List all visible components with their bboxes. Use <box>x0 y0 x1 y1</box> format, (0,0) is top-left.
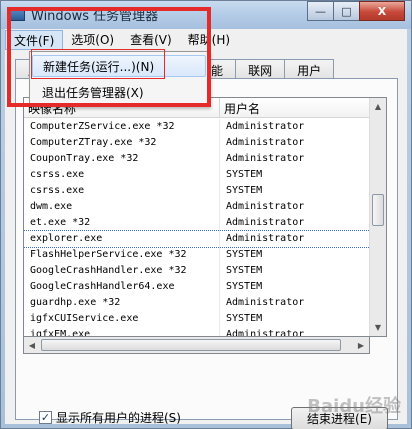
window-controls: — □ X <box>307 1 405 21</box>
horizontal-scrollbar[interactable]: ◀ ▶ <box>23 337 370 354</box>
watermark-text: Baidu经验 <box>307 396 401 417</box>
scroll-up-icon[interactable]: ▲ <box>370 98 386 115</box>
process-image-name: igfxCUIService.exe <box>24 311 220 327</box>
process-user-name: SYSTEM <box>226 265 263 276</box>
show-all-users-checkbox[interactable]: ✓ <box>39 411 52 424</box>
process-user-name: SYSTEM <box>226 185 263 196</box>
process-user-name: Administrator <box>226 153 305 164</box>
process-user-name: Administrator <box>226 217 305 228</box>
process-user-name: Administrator <box>226 137 305 148</box>
process-image-name: csrss.exe <box>24 183 220 199</box>
process-image-name: igfxEM.exe <box>24 327 220 336</box>
close-button[interactable]: X <box>359 1 405 21</box>
table-row[interactable]: dwm.exe Administrator <box>24 199 370 215</box>
table-row[interactable]: ComputerZService.exe *32 Administrator <box>24 119 370 135</box>
show-all-users-option[interactable]: ✓ 显示所有用户的进程(S) <box>39 409 181 426</box>
process-image-name: et.exe *32 <box>24 215 220 231</box>
scroll-down-icon[interactable]: ▼ <box>370 319 386 336</box>
horizontal-scroll-thumb[interactable] <box>41 339 341 351</box>
vertical-scrollbar[interactable]: ▲ ▼ <box>369 98 386 336</box>
process-user-name: Administrator <box>226 121 305 132</box>
table-row[interactable]: CouponTray.exe *32 Administrator <box>24 151 370 167</box>
process-user-name: Administrator <box>226 297 305 308</box>
table-row[interactable]: FlashHelperService.exe *32 SYSTEM <box>24 247 370 263</box>
process-image-name: dwm.exe <box>24 199 220 215</box>
table-row[interactable]: explorer.exe Administrator <box>24 230 371 248</box>
table-row[interactable]: GoogleCrashHandler.exe *32 SYSTEM <box>24 263 370 279</box>
process-image-name: guardhp.exe *32 <box>24 295 220 311</box>
process-image-name: csrss.exe <box>24 167 220 183</box>
column-user-name[interactable]: 用户名 <box>220 98 370 117</box>
process-image-name: ComputerZService.exe *32 <box>24 119 220 135</box>
maximize-button[interactable]: □ <box>333 1 360 21</box>
process-image-name: explorer.exe <box>24 231 220 247</box>
table-row[interactable]: et.exe *32 Administrator <box>24 215 370 231</box>
scroll-left-icon[interactable]: ◀ <box>24 337 40 353</box>
table-row[interactable]: csrss.exe SYSTEM <box>24 183 370 199</box>
process-image-name: FlashHelperService.exe *32 <box>24 247 220 263</box>
task-manager-window: Windows 任务管理器 — □ X 文件(F) 选项(O) 查看(V) 帮助… <box>0 0 412 429</box>
process-user-name: Administrator <box>226 233 305 244</box>
process-user-name: SYSTEM <box>226 313 263 324</box>
show-all-users-label: 显示所有用户的进程(S) <box>56 411 181 425</box>
process-user-name: SYSTEM <box>226 249 263 260</box>
process-image-name: CouponTray.exe *32 <box>24 151 220 167</box>
table-row[interactable]: igfxCUIService.exe SYSTEM <box>24 311 370 327</box>
process-user-name: Administrator <box>226 329 305 337</box>
process-image-name: GoogleCrashHandler64.exe <box>24 279 220 295</box>
scroll-right-icon[interactable]: ▶ <box>353 337 369 353</box>
vertical-scroll-thumb[interactable] <box>372 194 384 226</box>
process-rows: ComputerZService.exe *32 Administrator Com… <box>24 119 371 337</box>
table-row[interactable]: guardhp.exe *32 Administrator <box>24 295 370 311</box>
process-list[interactable]: 映像名称 用户名 ComputerZService.exe *32 Adminis… <box>23 97 387 337</box>
process-user-name: SYSTEM <box>226 281 263 292</box>
table-row[interactable]: GoogleCrashHandler64.exe SYSTEM <box>24 279 370 295</box>
table-row[interactable]: ComputerZTray.exe *32 Administrator <box>24 135 370 151</box>
minimize-button[interactable]: — <box>307 1 334 21</box>
process-user-name: Administrator <box>226 201 305 212</box>
table-row[interactable]: csrss.exe SYSTEM <box>24 167 370 183</box>
process-image-name: ComputerZTray.exe *32 <box>24 135 220 151</box>
tab-networking[interactable]: 联网 <box>235 59 286 79</box>
red-highlight-new-task <box>31 49 165 79</box>
tab-users[interactable]: 用户 <box>284 59 335 79</box>
table-row[interactable]: igfxEM.exe Administrator <box>24 327 370 337</box>
process-image-name: GoogleCrashHandler.exe *32 <box>24 263 220 279</box>
process-user-name: SYSTEM <box>226 169 263 180</box>
